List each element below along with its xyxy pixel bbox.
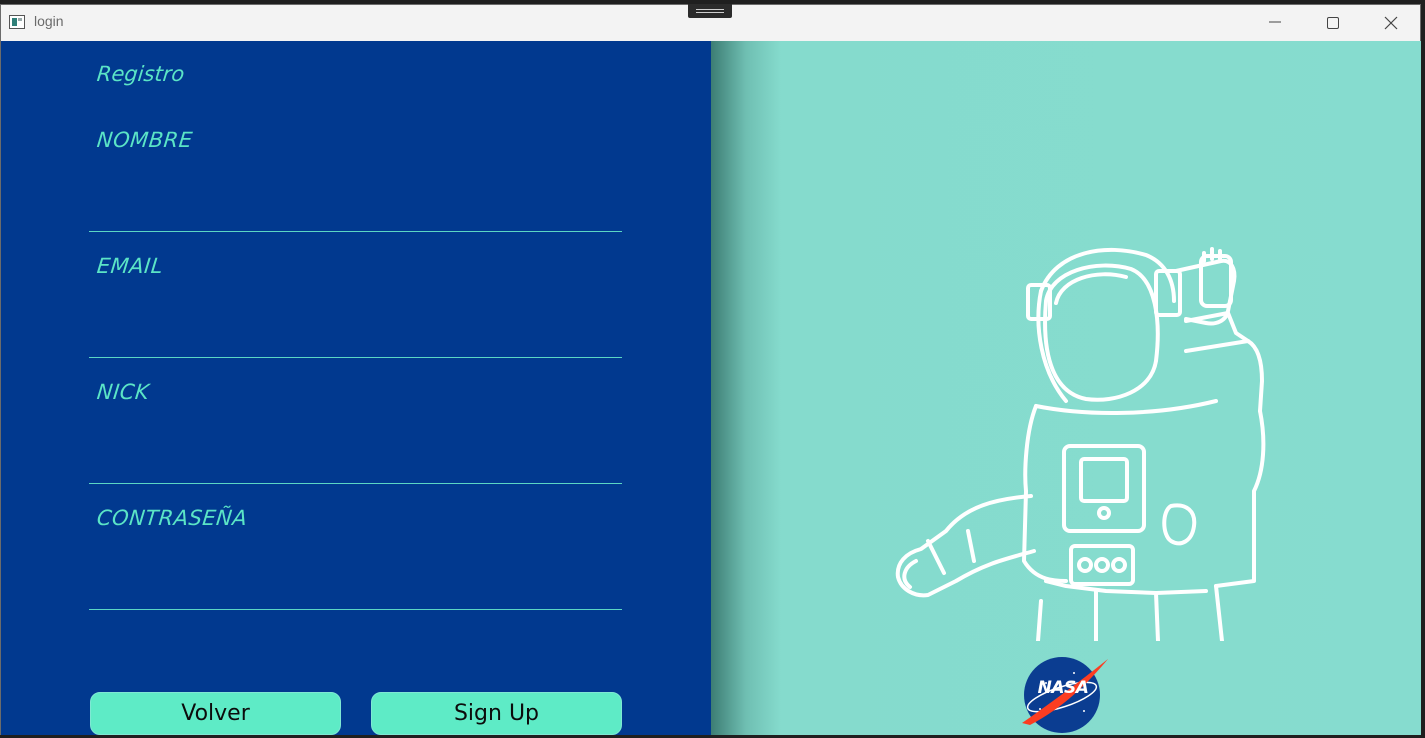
window-title: login xyxy=(34,13,64,29)
email-label: EMAIL xyxy=(95,254,165,278)
astronaut-illustration xyxy=(895,247,1266,641)
nick-input[interactable] xyxy=(89,444,622,484)
drag-handle[interactable] xyxy=(688,4,732,18)
minimize-button[interactable] xyxy=(1246,5,1304,41)
email-input[interactable] xyxy=(89,318,622,358)
name-label: NOMBRE xyxy=(95,128,194,152)
minimize-icon xyxy=(1269,21,1281,23)
maximize-icon xyxy=(1327,17,1339,29)
nick-label: NICK xyxy=(95,380,151,404)
registration-panel: Registro NOMBRE EMAIL NICK CONTRASEÑA Vo… xyxy=(1,41,711,735)
back-button[interactable]: Volver xyxy=(90,692,341,735)
name-input[interactable] xyxy=(89,192,622,232)
illustration-panel: NASA xyxy=(711,41,1421,735)
title-bar[interactable]: login xyxy=(1,4,1420,41)
app-icon xyxy=(9,15,25,29)
signup-button[interactable]: Sign Up xyxy=(371,692,622,735)
password-label: CONTRASEÑA xyxy=(95,506,249,530)
password-input[interactable] xyxy=(89,570,622,610)
maximize-button[interactable] xyxy=(1304,5,1362,41)
close-button[interactable] xyxy=(1362,5,1420,41)
form-heading: Registro xyxy=(95,62,186,86)
close-icon xyxy=(1384,16,1398,30)
nasa-logo-text: NASA xyxy=(1037,678,1089,698)
app-window: login Registro NOMBRE EMAIL NICK CONTRAS… xyxy=(0,4,1421,735)
